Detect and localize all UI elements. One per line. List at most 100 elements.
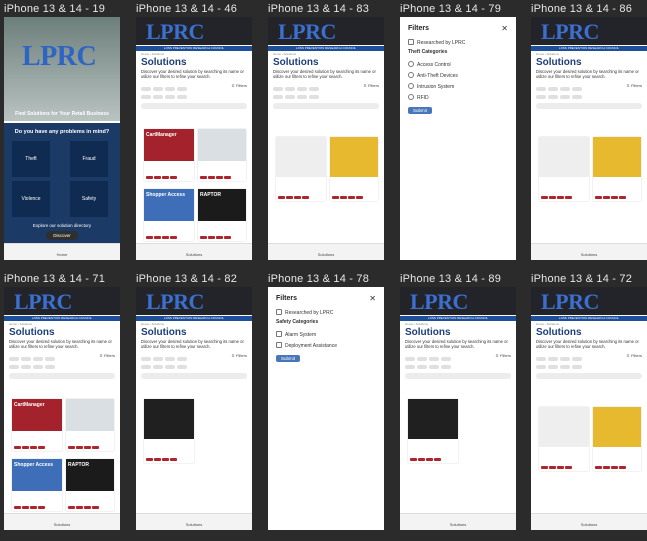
- solution-card[interactable]: [539, 407, 589, 471]
- tag[interactable]: [603, 196, 610, 199]
- nav-item-solutions[interactable]: Home: [4, 244, 120, 257]
- filter-chip[interactable]: [572, 87, 582, 91]
- filter-chip[interactable]: [405, 365, 415, 369]
- problem-tile-theft[interactable]: Theft: [12, 141, 50, 177]
- solution-card[interactable]: Shopper Access: [144, 189, 194, 241]
- filter-chip[interactable]: [297, 87, 307, 91]
- category-option[interactable]: Deployment Assistance: [276, 342, 337, 349]
- category-header[interactable]: Theft Categories: [408, 49, 447, 55]
- filter-chip[interactable]: [417, 357, 427, 361]
- tag[interactable]: [146, 458, 153, 461]
- tag[interactable]: [68, 506, 75, 509]
- tag[interactable]: [541, 466, 548, 469]
- tag[interactable]: [426, 458, 433, 461]
- breadcrumb[interactable]: Home › Solutions: [141, 322, 164, 326]
- search-input[interactable]: [405, 373, 511, 379]
- filter-chip[interactable]: [441, 365, 451, 369]
- tag[interactable]: [208, 236, 215, 239]
- breadcrumb[interactable]: Home › Solutions: [273, 52, 296, 56]
- filter-chip[interactable]: [177, 357, 187, 361]
- filter-chip[interactable]: [548, 87, 558, 91]
- tag[interactable]: [619, 196, 626, 199]
- solution-card[interactable]: [144, 399, 194, 463]
- tag[interactable]: [84, 446, 91, 449]
- filter-chip[interactable]: [141, 87, 151, 91]
- solution-card[interactable]: [539, 137, 589, 201]
- nav-item-solutions[interactable]: Solutions: [531, 514, 647, 527]
- tag[interactable]: [162, 176, 169, 179]
- filter-chip[interactable]: [560, 95, 570, 99]
- tag[interactable]: [557, 196, 564, 199]
- filter-chip[interactable]: [572, 95, 582, 99]
- filter-chip[interactable]: [429, 365, 439, 369]
- filter-chip[interactable]: [560, 365, 570, 369]
- search-input[interactable]: [273, 103, 379, 109]
- category-option[interactable]: Intrusion System: [408, 83, 454, 90]
- filter-chip[interactable]: [429, 357, 439, 361]
- solution-card[interactable]: [276, 137, 326, 201]
- filter-chip[interactable]: [417, 365, 427, 369]
- tag[interactable]: [38, 506, 45, 509]
- tag[interactable]: [224, 236, 231, 239]
- filter-chip[interactable]: [141, 365, 151, 369]
- tag[interactable]: [224, 176, 231, 179]
- filter-chip[interactable]: [33, 357, 43, 361]
- filters-button[interactable]: ⚟ Filters: [231, 353, 247, 358]
- search-input[interactable]: [536, 373, 642, 379]
- tag[interactable]: [410, 458, 417, 461]
- option-control[interactable]: [408, 61, 414, 67]
- submit-button[interactable]: Submit: [276, 355, 300, 362]
- filter-chip[interactable]: [536, 365, 546, 369]
- filter-chip[interactable]: [33, 365, 43, 369]
- tag[interactable]: [332, 196, 339, 199]
- problem-tile-fraud[interactable]: Fraud: [70, 141, 108, 177]
- breadcrumb[interactable]: Home › Solutions: [405, 322, 428, 326]
- tag[interactable]: [84, 506, 91, 509]
- tag[interactable]: [30, 506, 37, 509]
- tag[interactable]: [14, 506, 21, 509]
- filter-chip[interactable]: [141, 357, 151, 361]
- filter-chip[interactable]: [273, 87, 283, 91]
- solution-card[interactable]: RAPTOR: [198, 189, 246, 241]
- filter-chip[interactable]: [177, 87, 187, 91]
- solution-card[interactable]: [66, 399, 114, 451]
- tag[interactable]: [595, 196, 602, 199]
- close-icon[interactable]: ✕: [369, 294, 376, 303]
- nav-item-solutions[interactable]: Solutions: [136, 244, 252, 257]
- filter-chip[interactable]: [21, 357, 31, 361]
- breadcrumb[interactable]: Home › Solutions: [141, 52, 164, 56]
- nav-item-solutions[interactable]: Solutions: [400, 514, 516, 527]
- tag[interactable]: [286, 196, 293, 199]
- filter-chip[interactable]: [153, 365, 163, 369]
- filter-chip[interactable]: [9, 357, 19, 361]
- tag[interactable]: [92, 446, 99, 449]
- filter-chip[interactable]: [536, 95, 546, 99]
- tag[interactable]: [278, 196, 285, 199]
- filter-chip[interactable]: [441, 357, 451, 361]
- filter-chip[interactable]: [45, 357, 55, 361]
- filters-button[interactable]: ⚟ Filters: [495, 353, 511, 358]
- solution-card[interactable]: [198, 129, 246, 181]
- tag[interactable]: [76, 446, 83, 449]
- option-control[interactable]: [408, 94, 414, 100]
- filter-chip[interactable]: [309, 87, 319, 91]
- option-control[interactable]: [408, 83, 414, 89]
- filter-chip[interactable]: [21, 365, 31, 369]
- filter-chip[interactable]: [297, 95, 307, 99]
- tag[interactable]: [154, 458, 161, 461]
- researched-checkbox[interactable]: Researched by LPRC: [276, 309, 333, 316]
- tag[interactable]: [22, 446, 29, 449]
- filter-chip[interactable]: [560, 357, 570, 361]
- filter-chip[interactable]: [536, 357, 546, 361]
- option-control[interactable]: [276, 331, 282, 337]
- tag[interactable]: [154, 176, 161, 179]
- tag[interactable]: [603, 466, 610, 469]
- breadcrumb[interactable]: Home › Solutions: [536, 52, 559, 56]
- category-header[interactable]: Safety Categories: [276, 319, 318, 325]
- tag[interactable]: [170, 458, 177, 461]
- tag[interactable]: [541, 196, 548, 199]
- solution-card[interactable]: RAPTOR: [66, 459, 114, 511]
- tag[interactable]: [162, 236, 169, 239]
- filter-chip[interactable]: [285, 95, 295, 99]
- filter-chip[interactable]: [9, 365, 19, 369]
